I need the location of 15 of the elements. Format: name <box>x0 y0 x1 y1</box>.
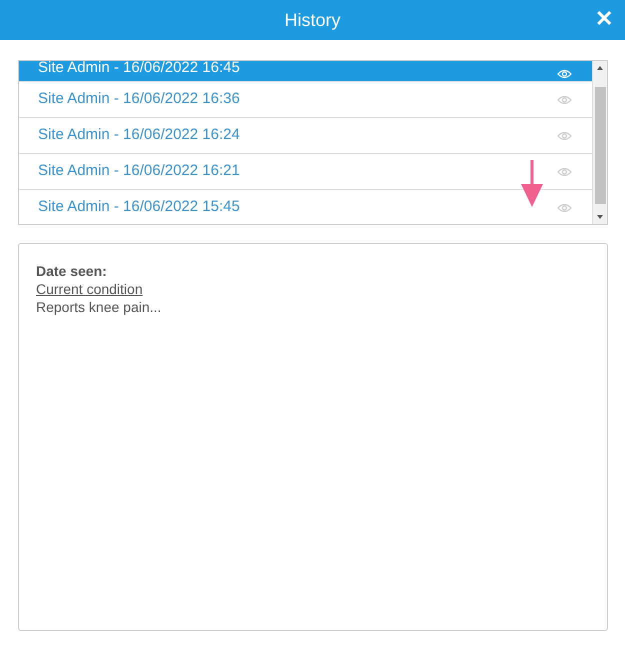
eye-icon[interactable] <box>557 94 572 104</box>
history-entry[interactable]: Site Admin - 16/06/2022 16:24 <box>19 118 592 154</box>
history-entry[interactable]: Site Admin - 16/06/2022 16:45 <box>19 61 592 82</box>
history-entry[interactable]: Site Admin - 16/06/2022 16:36 <box>19 82 592 118</box>
field-label: Date seen: <box>36 262 108 280</box>
scrollbar-thumb[interactable] <box>594 87 606 204</box>
eye-icon[interactable] <box>557 130 572 140</box>
note-text: Reports knee pain... <box>36 298 162 316</box>
close-button[interactable]: ✕ <box>593 4 615 34</box>
section-heading: Current condition <box>36 281 143 297</box>
window-title: History <box>284 10 340 30</box>
eye-icon[interactable] <box>557 166 572 176</box>
eye-icon[interactable] <box>557 202 572 212</box>
scrollbar[interactable] <box>592 61 607 224</box>
arrow-icon <box>519 160 545 208</box>
